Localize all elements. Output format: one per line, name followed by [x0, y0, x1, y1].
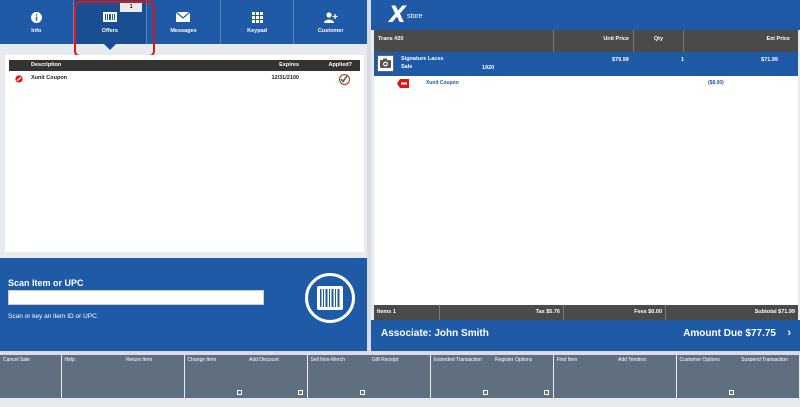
bottom-strip: [0, 398, 800, 407]
fees-total: Fees $0.00: [564, 305, 666, 320]
item-name: Signature Laces: [401, 56, 444, 62]
suspend-transaction-button[interactable]: Suspend Transaction: [738, 355, 799, 398]
scan-input[interactable]: [8, 290, 264, 305]
cancel-sale-button[interactable]: Cancel Sale: [0, 355, 61, 398]
tab-info[interactable]: Info: [0, 0, 74, 44]
right-panel: X store Trans #20 Unit Price Qty Ext Pri…: [371, 0, 800, 351]
tab-keypad-label: Keypad: [247, 28, 268, 34]
submenu-icon: [544, 390, 549, 395]
gift-receipt-button[interactable]: Gift Receipt: [369, 355, 430, 398]
return-item-button[interactable]: Return Item: [123, 355, 184, 398]
button-label: Register Options: [495, 357, 533, 363]
change-item-button[interactable]: Change Item: [184, 355, 246, 398]
logo-bar: X store: [371, 0, 800, 30]
extended-transaction-button[interactable]: Extended Transaction: [430, 355, 492, 398]
logo-mark: X: [389, 3, 406, 28]
camera-icon: [377, 55, 394, 72]
button-label: Gift Receipt: [372, 357, 399, 363]
active-tab-pointer: [103, 44, 116, 50]
add-tenders-button[interactable]: Add Tenders: [615, 355, 676, 398]
coupon-row[interactable]: Xunit Coupon ($8.00): [374, 78, 798, 90]
coupon-icon: [15, 75, 23, 83]
tab-messages-label: Messages: [170, 28, 197, 34]
amount-due: Amount Due $77.75: [683, 328, 776, 339]
barcode-icon: [102, 10, 117, 24]
button-label: Return Item: [126, 357, 153, 363]
add-discount-button[interactable]: Add Discount: [246, 355, 307, 398]
submenu-icon: [359, 390, 365, 395]
item-qty: 1: [681, 57, 685, 63]
item-sale-label: Sale: [401, 64, 413, 70]
info-icon: [30, 10, 42, 24]
chevron-right-icon: ›: [787, 327, 791, 339]
button-label: Cancel Sale: [3, 357, 30, 363]
tab-offers[interactable]: 1 Offers: [73, 0, 148, 50]
offer-expires: 12/31/2100: [271, 75, 299, 81]
offers-count-badge: 1: [120, 3, 143, 12]
item-unit-price: $79.99: [612, 57, 629, 63]
tab-keypad[interactable]: Keypad: [221, 0, 295, 44]
header-description: Description: [31, 62, 62, 68]
item-ext-price: $71.99: [761, 57, 778, 63]
help-button[interactable]: Help: [61, 355, 123, 398]
keypad-icon: [251, 10, 263, 24]
button-label: Customer Options: [679, 357, 720, 363]
button-label: Find Item: [556, 357, 578, 363]
tab-customer-label: Customer: [317, 28, 344, 34]
trans-number: Trans #20: [374, 30, 554, 52]
transaction-header: Trans #20 Unit Price Qty Ext Price: [374, 30, 798, 52]
submenu-icon: [298, 390, 303, 395]
xstore-logo: X store: [389, 3, 423, 28]
offer-row[interactable]: Xunit Coupon 12/31/2100: [9, 73, 360, 85]
totals-bar: Items 1 Tax $5.76 Fees $0.00 Subtotal $7…: [374, 305, 798, 320]
line-item-row[interactable]: Signature Laces Sale 1920 $79.99 1 $71.9…: [374, 52, 798, 76]
items-count: Items 1: [374, 305, 440, 320]
scan-title: Scan Item or UPC: [8, 278, 84, 288]
offers-header-row: Description Expires Applied?: [9, 60, 360, 71]
header-qty: Qty: [634, 30, 684, 52]
find-item-button[interactable]: Find Item: [553, 355, 615, 398]
button-label: Sell Non-Merch: [310, 357, 345, 363]
tab-info-label: Info: [31, 28, 42, 34]
button-label: Extended Transaction: [433, 357, 482, 363]
sell-non-merch-button[interactable]: Sell Non-Merch: [307, 355, 369, 398]
associate-bar[interactable]: Associate: John Smith Amount Due $77.75 …: [371, 320, 800, 351]
button-label: Change Item: [187, 357, 217, 363]
coupon-name: Xunit Coupon: [426, 80, 459, 86]
barcode-icon: [317, 286, 343, 310]
header-ext-price: Ext Price: [766, 36, 790, 42]
logo-text: store: [406, 12, 423, 20]
tab-offers-label: Offers: [101, 28, 118, 34]
envelope-icon: [176, 10, 191, 24]
button-label: Add Tenders: [618, 357, 646, 363]
submenu-icon: [236, 390, 242, 395]
button-label: Add Discount: [249, 357, 279, 363]
button-label: Suspend Transaction: [741, 357, 788, 363]
subtotal: Subtotal $71.99: [754, 309, 795, 315]
item-code: 1920: [482, 65, 495, 71]
submenu-icon: [728, 390, 734, 395]
transaction-list: Signature Laces Sale 1920 $79.99 1 $71.9…: [374, 52, 798, 305]
offers-list: Description Expires Applied? Xunit Coupo…: [5, 55, 364, 252]
button-label: Help: [64, 357, 75, 363]
header-expires: Expires: [279, 62, 299, 68]
register-options-button[interactable]: Register Options: [492, 355, 553, 398]
associate-name: Associate: John Smith: [381, 328, 489, 339]
coupon-tag-icon: [397, 79, 409, 88]
tax-total: Tax $5.76: [440, 305, 564, 320]
add-user-icon: [323, 10, 338, 24]
header-applied: Applied?: [328, 62, 352, 68]
header-unit-price: Unit Price: [554, 30, 634, 52]
scan-hint: Scan or key an item ID or UPC.: [8, 313, 99, 320]
scan-barcode-button[interactable]: [305, 273, 355, 323]
customer-options-button[interactable]: Customer Options: [676, 355, 738, 398]
tab-customer[interactable]: Customer: [294, 0, 367, 44]
applied-check-icon: [339, 74, 350, 85]
function-bar: Cancel Sale Help Return Item Change Item…: [0, 355, 800, 398]
submenu-icon: [482, 390, 488, 395]
offer-description: Xunit Coupon: [31, 75, 68, 81]
tab-bar: Info 1 Offers Messages Keypad Customer: [0, 0, 367, 50]
tab-messages[interactable]: Messages: [147, 0, 221, 44]
coupon-amount: ($8.00): [708, 80, 724, 86]
